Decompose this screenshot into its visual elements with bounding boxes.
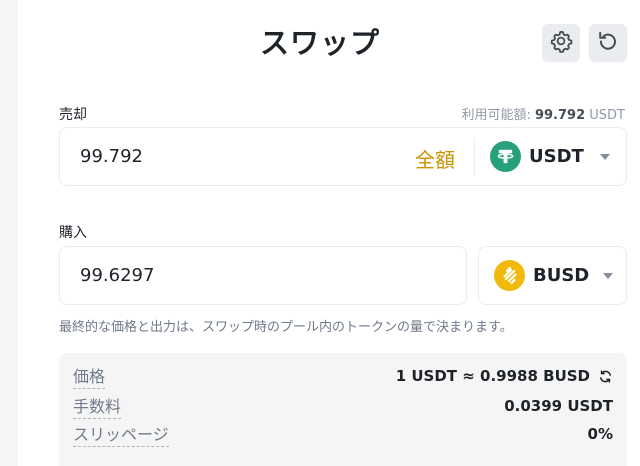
slippage-row: スリッページ 0%: [73, 424, 613, 448]
swap-rate-icon[interactable]: [598, 369, 613, 384]
refresh-icon: [596, 29, 620, 57]
sell-label: 売却: [59, 107, 87, 123]
sell-token-name: USDT: [529, 146, 584, 167]
swap-details-panel: 価格 1 USDT ≈ 0.9988 BUSD 手数料 0.0399 USDT …: [59, 353, 627, 466]
divider: [474, 138, 475, 176]
slippage-label[interactable]: スリッページ: [73, 424, 169, 447]
buy-input-box: 99.6297: [59, 246, 467, 305]
sell-input-box: 99.792 全額 USDT: [59, 127, 627, 186]
price-value: 1 USDT ≈ 0.9988 BUSD: [395, 367, 590, 385]
sell-token-selector[interactable]: USDT: [490, 141, 610, 172]
buy-token-selector[interactable]: BUSD: [494, 260, 614, 291]
available-unit: USDT: [589, 108, 625, 123]
buy-amount-input[interactable]: 99.6297: [80, 265, 154, 286]
chevron-down-icon: [603, 272, 614, 279]
settings-button[interactable]: [542, 24, 580, 62]
slippage-value: 0%: [587, 425, 613, 443]
buy-label: 購入: [59, 225, 87, 241]
busd-icon: [494, 260, 525, 291]
fee-label[interactable]: 手数料: [73, 396, 122, 419]
gear-icon: [549, 29, 573, 57]
available-value: 99.792: [534, 108, 586, 123]
fee-row: 手数料 0.0399 USDT: [73, 396, 613, 420]
sell-amount-input[interactable]: 99.792: [80, 146, 143, 167]
buy-token-name: BUSD: [533, 265, 590, 286]
buy-token-box: BUSD: [478, 246, 627, 305]
price-label[interactable]: 価格: [73, 366, 106, 389]
price-row: 価格 1 USDT ≈ 0.9988 BUSD: [73, 366, 613, 390]
refresh-button[interactable]: [589, 24, 627, 62]
fee-value: 0.0399 USDT: [504, 397, 613, 415]
available-label: 利用可能額:: [461, 108, 531, 123]
left-rail: [0, 0, 18, 466]
tether-icon: [490, 141, 521, 172]
chevron-down-icon: [599, 153, 610, 160]
available-balance: 利用可能額: 99.792 USDT: [461, 104, 625, 123]
price-disclaimer: 最終的な価格と出力は、スワップ時のプール内のトークンの量で決まります。: [59, 320, 513, 335]
max-button[interactable]: 全額: [415, 144, 455, 173]
price-value-group: 1 USDT ≈ 0.9988 BUSD: [396, 367, 613, 385]
